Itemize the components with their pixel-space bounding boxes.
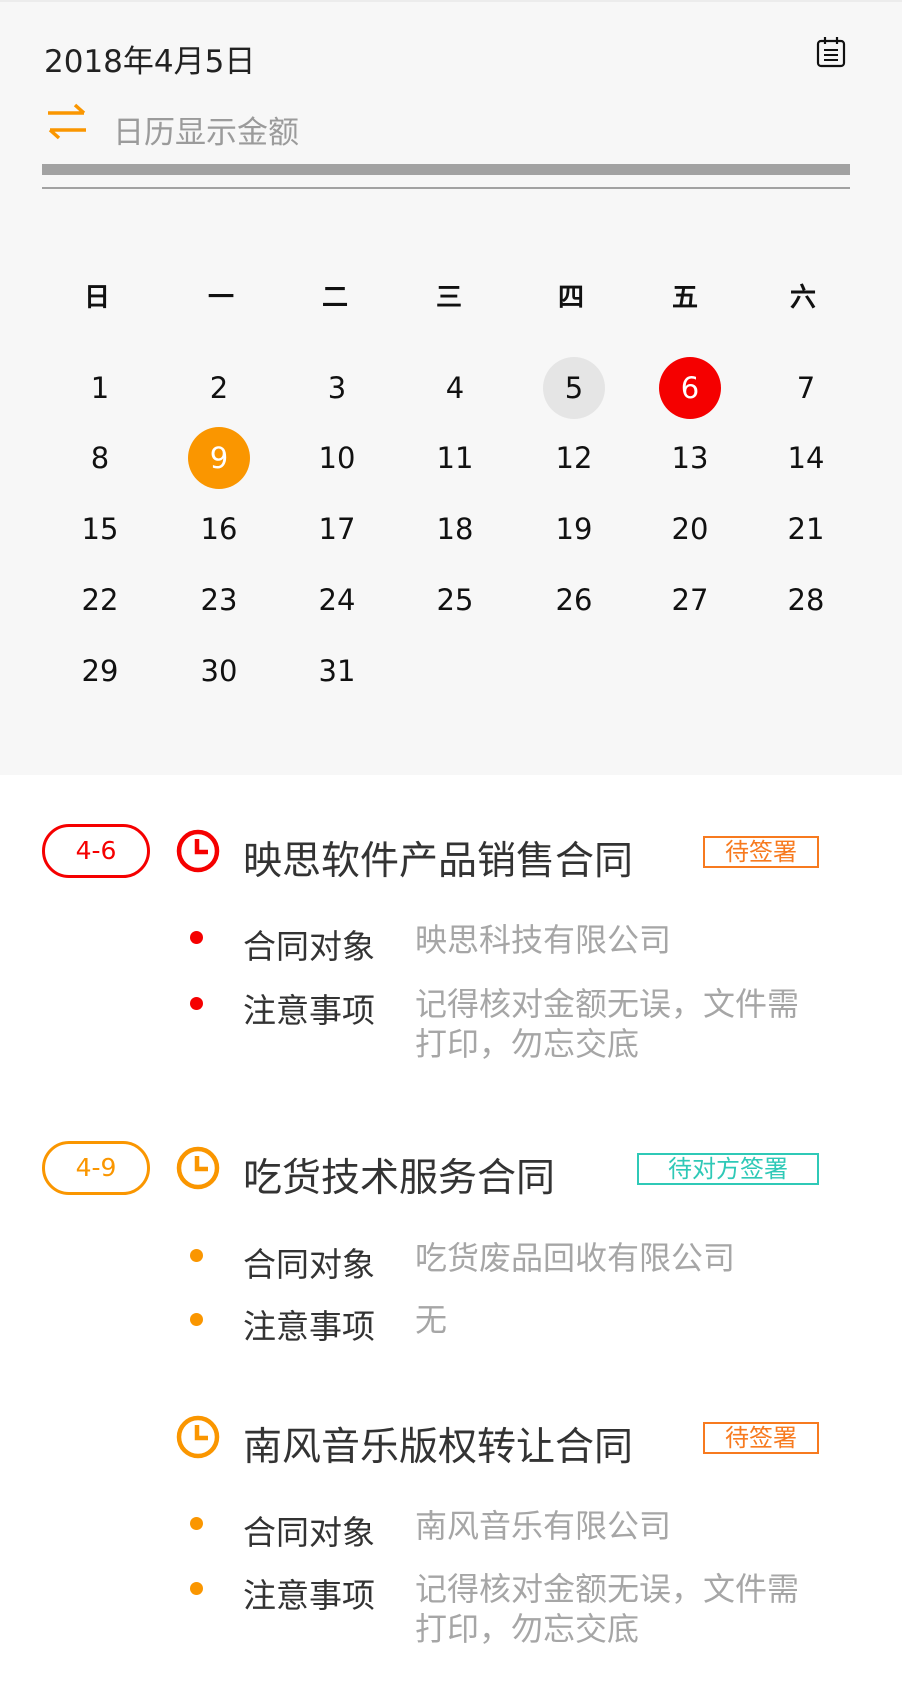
calendar-day[interactable]: 23 xyxy=(188,569,250,631)
contract-title[interactable]: 南风音乐版权转让合同 xyxy=(243,1416,633,1472)
calendar-day[interactable]: 27 xyxy=(659,569,721,631)
status-badge: 待签署 xyxy=(703,836,819,868)
contract-title[interactable]: 映思软件产品销售合同 xyxy=(243,830,633,886)
calendar-day[interactable]: 12 xyxy=(543,427,605,489)
calendar-day[interactable]: 30 xyxy=(188,640,250,702)
field-value: 记得核对金额无误，文件需打印，勿忘交底 xyxy=(415,985,800,1063)
status-badge: 待对方签署 xyxy=(637,1153,819,1185)
calendar-day[interactable]: 8 xyxy=(69,427,131,489)
calendar-day[interactable]: 14 xyxy=(775,427,837,489)
status-badge: 待签署 xyxy=(703,1422,819,1454)
field-label: 合同对象 xyxy=(243,1245,375,1284)
calendar-day[interactable]: 26 xyxy=(543,569,605,631)
field-value: 无 xyxy=(415,1301,448,1339)
divider xyxy=(42,187,850,189)
weekday-label: 六 xyxy=(789,283,816,313)
calendar-day[interactable]: 4 xyxy=(424,357,486,419)
weekday-label: 日 xyxy=(83,283,110,313)
calendar-day[interactable]: 10 xyxy=(306,427,368,489)
calendar-icon[interactable] xyxy=(816,36,846,68)
calendar-day[interactable]: 13 xyxy=(659,427,721,489)
clock-icon xyxy=(176,1415,220,1459)
contract-title[interactable]: 吃货技术服务合同 xyxy=(243,1147,555,1203)
bullet-dot xyxy=(190,1249,203,1262)
weekday-label: 一 xyxy=(207,283,234,313)
field-label: 注意事项 xyxy=(243,1576,375,1615)
field-value: 南风音乐有限公司 xyxy=(415,1507,672,1545)
calendar-day[interactable]: 20 xyxy=(659,498,721,560)
calendar-day[interactable]: 2 xyxy=(188,357,250,419)
bullet-dot xyxy=(190,1517,203,1530)
calendar-panel: 2018年4月5日 日历显示金额 日 一 二 三 四 五 六 1 2 3 4 5… xyxy=(0,0,902,775)
calendar-day[interactable]: 18 xyxy=(424,498,486,560)
weekday-label: 四 xyxy=(557,283,584,313)
field-value: 吃货废品回收有限公司 xyxy=(415,1239,736,1277)
field-label: 注意事项 xyxy=(243,991,375,1030)
clock-icon xyxy=(176,829,220,873)
field-value: 记得核对金额无误，文件需打印，勿忘交底 xyxy=(415,1570,800,1648)
date-pill: 4-6 xyxy=(42,824,150,878)
calendar-day[interactable]: 1 xyxy=(69,357,131,419)
calendar-day[interactable]: 31 xyxy=(306,640,368,702)
calendar-day[interactable]: 7 xyxy=(775,357,837,419)
date-pill: 4-9 xyxy=(42,1141,150,1195)
calendar-day[interactable]: 17 xyxy=(306,498,368,560)
calendar-day[interactable]: 25 xyxy=(424,569,486,631)
calendar-day-marked[interactable]: 9 xyxy=(188,427,250,489)
calendar-day[interactable]: 15 xyxy=(69,498,131,560)
field-label: 合同对象 xyxy=(243,1513,375,1552)
bullet-dot xyxy=(190,1313,203,1326)
calendar-day-marked[interactable]: 6 xyxy=(659,357,721,419)
calendar-day-today[interactable]: 5 xyxy=(543,357,605,419)
show-amount-toggle-label[interactable]: 日历显示金额 xyxy=(113,107,299,152)
bullet-dot xyxy=(190,1582,203,1595)
field-value: 映思科技有限公司 xyxy=(415,921,672,959)
calendar-day[interactable]: 29 xyxy=(69,640,131,702)
calendar-day[interactable]: 21 xyxy=(775,498,837,560)
weekday-label: 五 xyxy=(671,283,698,313)
bullet-dot xyxy=(190,997,203,1010)
bullet-dot xyxy=(190,931,203,944)
swap-arrows-icon[interactable] xyxy=(46,102,88,140)
weekday-label: 二 xyxy=(321,283,348,313)
weekday-label: 三 xyxy=(435,283,462,313)
calendar-day[interactable]: 11 xyxy=(424,427,486,489)
field-label: 注意事项 xyxy=(243,1307,375,1346)
calendar-day[interactable]: 19 xyxy=(543,498,605,560)
clock-icon xyxy=(176,1146,220,1190)
calendar-day[interactable]: 3 xyxy=(306,357,368,419)
divider xyxy=(42,164,850,175)
current-date[interactable]: 2018年4月5日 xyxy=(44,36,255,81)
calendar-day[interactable]: 16 xyxy=(188,498,250,560)
field-label: 合同对象 xyxy=(243,927,375,966)
calendar-day[interactable]: 24 xyxy=(306,569,368,631)
calendar-day[interactable]: 22 xyxy=(69,569,131,631)
calendar-day[interactable]: 28 xyxy=(775,569,837,631)
